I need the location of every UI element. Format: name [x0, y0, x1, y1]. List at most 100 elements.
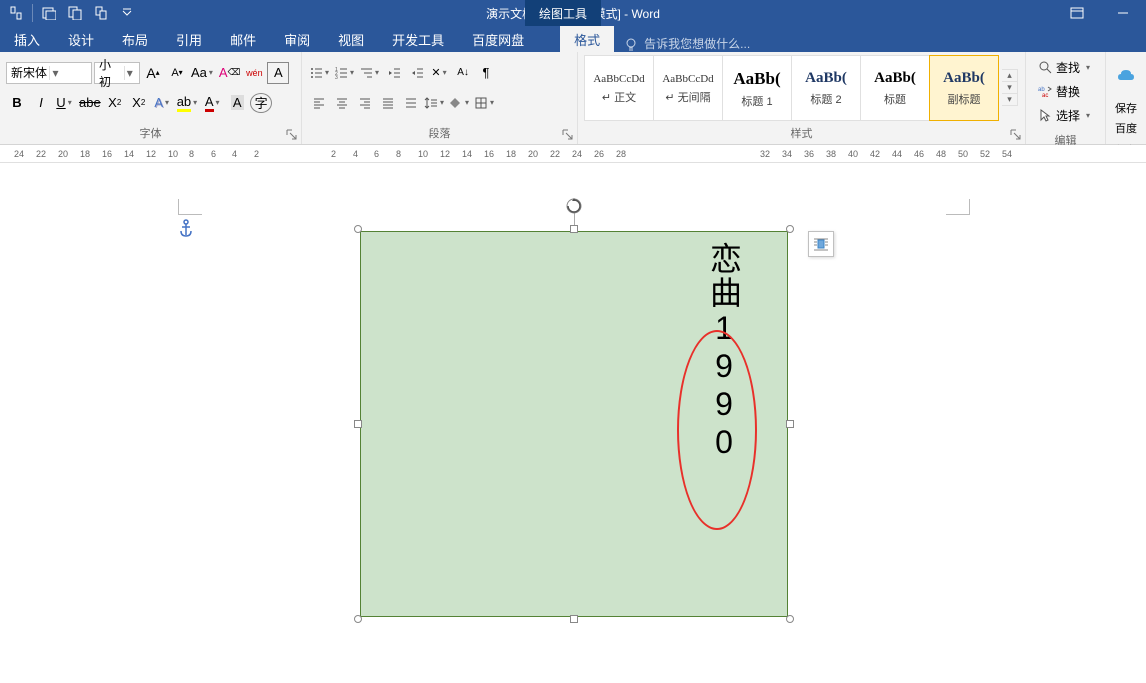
ribbon-tabs: 插入 设计 布局 引用 邮件 审阅 视图 开发工具 百度网盘 格式 告诉我您想做…	[0, 26, 1146, 52]
qat-button-1[interactable]	[37, 2, 61, 24]
increase-indent-button[interactable]	[406, 62, 428, 84]
clear-formatting-button[interactable]: A⌫	[218, 62, 241, 84]
qat-button-2[interactable]	[63, 2, 87, 24]
ruler-tick: 14	[462, 149, 472, 159]
font-dialog-launcher[interactable]	[285, 128, 298, 141]
resize-handle-se[interactable]	[786, 615, 794, 623]
ruler-tick: 10	[168, 149, 178, 159]
page-margin-corner-tl	[178, 199, 202, 215]
justify-button[interactable]	[377, 92, 399, 114]
text-direction-button[interactable]: ✕▾	[429, 62, 451, 84]
ruler-tick: 42	[870, 149, 880, 159]
selected-shape[interactable]: 恋曲1990	[354, 225, 794, 623]
rotate-handle[interactable]	[565, 197, 583, 215]
tab-baidu[interactable]: 百度网盘	[458, 26, 538, 52]
resize-handle-s[interactable]	[570, 615, 578, 623]
gallery-scroll-down[interactable]: ▾	[1002, 82, 1017, 94]
borders-button[interactable]: ▾	[473, 92, 497, 114]
tell-me-search[interactable]: 告诉我您想做什么...	[624, 35, 750, 52]
shrink-font-button[interactable]: A▾	[166, 62, 188, 84]
find-button[interactable]: 查找▾	[1034, 56, 1096, 78]
strikethrough-button[interactable]: abe	[78, 92, 102, 114]
resize-handle-n[interactable]	[570, 225, 578, 233]
tab-format[interactable]: 格式	[560, 26, 614, 52]
font-name-combo[interactable]: 新宋体▾	[6, 62, 92, 84]
resize-handle-ne[interactable]	[786, 225, 794, 233]
line-spacing-button[interactable]: ▾	[423, 92, 447, 114]
decrease-indent-button[interactable]	[383, 62, 405, 84]
resize-handle-sw[interactable]	[354, 615, 362, 623]
align-left-button[interactable]	[308, 92, 330, 114]
align-right-button[interactable]	[354, 92, 376, 114]
show-marks-button[interactable]: ¶	[475, 62, 497, 84]
save-to-baidu-button[interactable]	[1115, 56, 1137, 96]
change-case-button[interactable]: Aa▾	[190, 62, 216, 84]
select-button[interactable]: 选择▾	[1034, 104, 1096, 126]
style-card[interactable]: AaBbCcDd↵ 无间隔	[653, 55, 723, 121]
superscript-button[interactable]: X2	[128, 92, 150, 114]
ruler-tick: 28	[616, 149, 626, 159]
bold-button[interactable]: B	[6, 92, 28, 114]
shading-button[interactable]: ▾	[448, 92, 472, 114]
window-controls	[1054, 0, 1146, 26]
character-shading-button[interactable]: A	[226, 92, 248, 114]
ruler-tick: 50	[958, 149, 968, 159]
resize-handle-w[interactable]	[354, 420, 362, 428]
document-canvas[interactable]: 恋曲1990	[0, 163, 1146, 683]
touch-mode-button[interactable]	[4, 2, 28, 24]
subscript-button[interactable]: X2	[104, 92, 126, 114]
ruler-tick: 24	[572, 149, 582, 159]
bullets-button[interactable]: ▾	[308, 62, 332, 84]
styles-gallery[interactable]: AaBbCcDd↵ 正文AaBbCcDd↵ 无间隔AaBb(标题 1AaBb(标…	[584, 55, 998, 121]
paragraph-dialog-launcher[interactable]	[561, 128, 574, 141]
font-color-button[interactable]: A▾	[202, 92, 224, 114]
distributed-button[interactable]	[400, 92, 422, 114]
gallery-scroll-up[interactable]: ▴	[1002, 70, 1017, 82]
layout-options-button[interactable]	[808, 231, 834, 257]
style-card[interactable]: AaBbCcDd↵ 正文	[584, 55, 654, 121]
tab-review[interactable]: 审阅	[270, 26, 324, 52]
qat-customize-dropdown[interactable]	[115, 2, 139, 24]
shape-text[interactable]: 恋曲1990	[706, 242, 741, 462]
tab-view[interactable]: 视图	[324, 26, 378, 52]
tab-design[interactable]: 设计	[54, 26, 108, 52]
highlight-button[interactable]: ab▾	[176, 92, 200, 114]
sort-button[interactable]: A↓	[452, 62, 474, 84]
ruler-tick: 12	[440, 149, 450, 159]
multilevel-list-button[interactable]: ▾	[358, 62, 382, 84]
underline-button[interactable]: U▾	[54, 92, 76, 114]
ruler-tick: 48	[936, 149, 946, 159]
style-card[interactable]: AaBb(标题	[860, 55, 930, 121]
numbering-button[interactable]: 123▾	[333, 62, 357, 84]
resize-handle-e[interactable]	[786, 420, 794, 428]
tab-mailings[interactable]: 邮件	[216, 26, 270, 52]
horizontal-ruler[interactable]: 2422201816141210864224681012141618202224…	[0, 145, 1146, 163]
character-border-button[interactable]: A	[267, 62, 289, 84]
styles-group-label: 样式	[578, 123, 1025, 144]
tab-developer[interactable]: 开发工具	[378, 26, 458, 52]
minimize-button[interactable]	[1100, 0, 1146, 26]
tab-references[interactable]: 引用	[162, 26, 216, 52]
cursor-icon	[1038, 108, 1052, 122]
replace-button[interactable]: abac 替换	[1034, 80, 1084, 102]
align-center-button[interactable]	[331, 92, 353, 114]
tab-layout[interactable]: 布局	[108, 26, 162, 52]
gallery-expand[interactable]: ▾	[1002, 94, 1017, 105]
ruler-tick: 34	[782, 149, 792, 159]
italic-button[interactable]: I	[30, 92, 52, 114]
style-card[interactable]: AaBb(副标题	[929, 55, 999, 121]
qat-button-3[interactable]	[89, 2, 113, 24]
grow-font-button[interactable]: A▴	[142, 62, 164, 84]
font-size-combo[interactable]: 小初▾	[94, 62, 140, 84]
font-group: 新宋体▾ 小初▾ A▴ A▾ Aa▾ A⌫ wén A B I U▾ abe X…	[0, 52, 302, 144]
phonetic-guide-button[interactable]: wén	[243, 62, 265, 84]
styles-dialog-launcher[interactable]	[1009, 128, 1022, 141]
shape-rectangle[interactable]: 恋曲1990	[360, 231, 788, 617]
style-card[interactable]: AaBb(标题 2	[791, 55, 861, 121]
style-card[interactable]: AaBb(标题 1	[722, 55, 792, 121]
text-effects-button[interactable]: A▾	[152, 92, 174, 114]
enclose-characters-button[interactable]: 字	[250, 93, 272, 113]
resize-handle-nw[interactable]	[354, 225, 362, 233]
tab-insert[interactable]: 插入	[0, 26, 54, 52]
ribbon-display-options[interactable]	[1054, 0, 1100, 26]
